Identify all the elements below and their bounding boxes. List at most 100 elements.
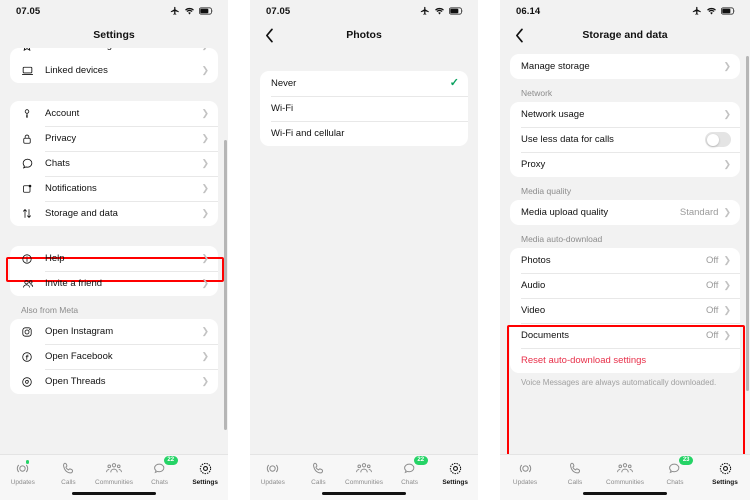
settings-row-account[interactable]: Account ❯ <box>10 101 218 126</box>
row-value: Standard <box>679 207 719 218</box>
communities-icon <box>616 460 634 477</box>
settings-row-open-facebook[interactable]: Open Facebook ❯ <box>10 344 218 369</box>
settings-row-label: Storage and data <box>45 208 118 219</box>
row-manage-storage[interactable]: Manage storage ❯ <box>510 54 740 79</box>
vertical-scrollbar[interactable] <box>224 140 227 430</box>
settings-row-label: Notifications <box>45 183 97 194</box>
tab-settings[interactable]: Settings <box>700 460 750 486</box>
settings-row-label: Open Threads <box>45 376 106 387</box>
row-label: Proxy <box>521 159 546 170</box>
info-circle-icon <box>21 253 45 265</box>
vertical-scrollbar[interactable] <box>746 56 749 391</box>
tab-communities[interactable]: Communities <box>341 460 387 486</box>
tab-chats[interactable]: 22 Chats <box>137 456 183 486</box>
tab-label: Calls <box>567 479 583 486</box>
section-header-network: Network <box>521 88 553 98</box>
three-panel-screenshot: 07.05 Settings Linked devices ❯ Account … <box>0 0 750 500</box>
row-video[interactable]: Video Off ❯ <box>510 298 740 323</box>
threads-icon <box>21 376 45 388</box>
chevron-right-icon: ❯ <box>201 208 209 218</box>
bottom-tab-bar: Updates Calls Communities 22 Chats Setti… <box>250 454 478 500</box>
tab-calls[interactable]: Calls <box>550 460 600 486</box>
tab-calls[interactable]: Calls <box>46 460 92 486</box>
row-proxy[interactable]: Proxy ❯ <box>510 152 740 177</box>
tab-label: Updates <box>10 479 35 486</box>
row-label: Media upload quality <box>521 207 609 218</box>
settings-row-label: Open Instagram <box>45 326 114 337</box>
status-bar: 07.05 <box>0 0 228 22</box>
panel-gap-2 <box>478 0 500 500</box>
row-label: Photos <box>521 255 551 266</box>
row-label: Audio <box>521 280 546 291</box>
gear-icon <box>198 460 213 477</box>
settings-row-starred-messages[interactable]: Starred messages ❯ <box>10 48 218 58</box>
section-header-media-quality: Media quality <box>521 186 572 196</box>
settings-row-label: Help <box>45 253 65 264</box>
wifi-icon <box>184 6 195 16</box>
row-photos[interactable]: Photos Off ❯ <box>510 248 740 273</box>
settings-row-open-threads[interactable]: Open Threads ❯ <box>10 369 218 394</box>
airplane-mode-icon <box>692 6 702 16</box>
back-button[interactable] <box>262 28 276 42</box>
settings-row-help[interactable]: Help ❯ <box>10 246 218 271</box>
row-use-less-data-for-calls[interactable]: Use less data for calls <box>510 127 740 152</box>
tab-settings[interactable]: Settings <box>182 460 228 486</box>
settings-row-label: Linked devices <box>45 65 108 76</box>
chevron-right-icon: ❯ <box>201 253 209 263</box>
row-documents[interactable]: Documents Off ❯ <box>510 323 740 348</box>
option-label: Wi-Fi <box>271 103 294 114</box>
tab-updates[interactable]: Updates <box>0 460 46 486</box>
chevron-right-icon: ❯ <box>201 351 209 361</box>
facebook-icon <box>21 351 45 363</box>
settings-row-notifications[interactable]: Notifications ❯ <box>10 176 218 201</box>
settings-group-help: Help ❯ Invite a friend ❯ <box>10 246 218 296</box>
chevron-right-icon: ❯ <box>201 183 209 193</box>
row-network-usage[interactable]: Network usage ❯ <box>510 102 740 127</box>
row-media-upload-quality[interactable]: Media upload quality Standard ❯ <box>510 200 740 225</box>
tab-label: Chats <box>666 479 684 486</box>
tab-settings[interactable]: Settings <box>432 460 478 486</box>
status-time: 07.05 <box>266 5 291 17</box>
group-network: Network usage ❯ Use less data for calls … <box>510 102 740 177</box>
row-audio[interactable]: Audio Off ❯ <box>510 273 740 298</box>
storage-scroll-body[interactable]: Manage storage ❯ Network Network usage ❯… <box>500 54 750 500</box>
auto-download-footnote: Voice Messages are always automatically … <box>521 378 717 387</box>
tab-label: Chats <box>401 479 419 486</box>
chats-badge: 23 <box>679 456 693 465</box>
battery-icon <box>199 7 214 15</box>
settings-scroll-body[interactable]: Starred messages ❯ Linked devices ❯ <box>0 48 228 500</box>
option-row-wifi-and-cellular[interactable]: Wi-Fi and cellular <box>260 121 468 146</box>
settings-row-storage-and-data[interactable]: Storage and data ❯ <box>10 201 218 226</box>
tab-calls[interactable]: Calls <box>296 460 342 486</box>
use-less-data-toggle[interactable] <box>705 132 731 147</box>
settings-row-privacy[interactable]: Privacy ❯ <box>10 126 218 151</box>
tab-communities[interactable]: Communities <box>600 460 650 486</box>
chat-bubble-icon <box>21 157 45 170</box>
tab-updates[interactable]: Updates <box>250 460 296 486</box>
auto-download-option-list: Never ✓ Wi-Fi Wi-Fi and cellular <box>260 71 468 146</box>
tab-chats[interactable]: 22 Chats <box>387 456 433 486</box>
chevron-right-icon: ❯ <box>723 109 731 119</box>
settings-row-chats[interactable]: Chats ❯ <box>10 151 218 176</box>
row-label: Documents <box>521 330 570 341</box>
back-button[interactable] <box>512 28 526 42</box>
page-title: Photos <box>346 29 382 41</box>
phone-panel-settings: 07.05 Settings Linked devices ❯ Account … <box>0 0 228 500</box>
settings-row-label: Invite a friend <box>45 278 103 289</box>
star-icon <box>21 48 45 52</box>
home-indicator <box>72 491 156 495</box>
settings-row-open-instagram[interactable]: Open Instagram ❯ <box>10 319 218 344</box>
tab-chats[interactable]: 23 Chats <box>650 456 700 486</box>
tab-label: Updates <box>512 479 538 486</box>
option-row-never[interactable]: Never ✓ <box>260 71 468 96</box>
option-row-wifi[interactable]: Wi-Fi <box>260 96 468 121</box>
settings-row-invite-a-friend[interactable]: Invite a friend ❯ <box>10 271 218 296</box>
tab-updates[interactable]: Updates <box>500 460 550 486</box>
people-icon <box>21 278 45 290</box>
chevron-right-icon: ❯ <box>723 280 731 290</box>
settings-row-linked-devices[interactable]: Linked devices ❯ <box>10 58 218 83</box>
tab-communities[interactable]: Communities <box>91 460 137 486</box>
row-reset-auto-download-settings[interactable]: Reset auto-download settings <box>510 348 740 373</box>
chevron-right-icon: ❯ <box>201 133 209 143</box>
arrows-updown-icon <box>21 207 45 220</box>
